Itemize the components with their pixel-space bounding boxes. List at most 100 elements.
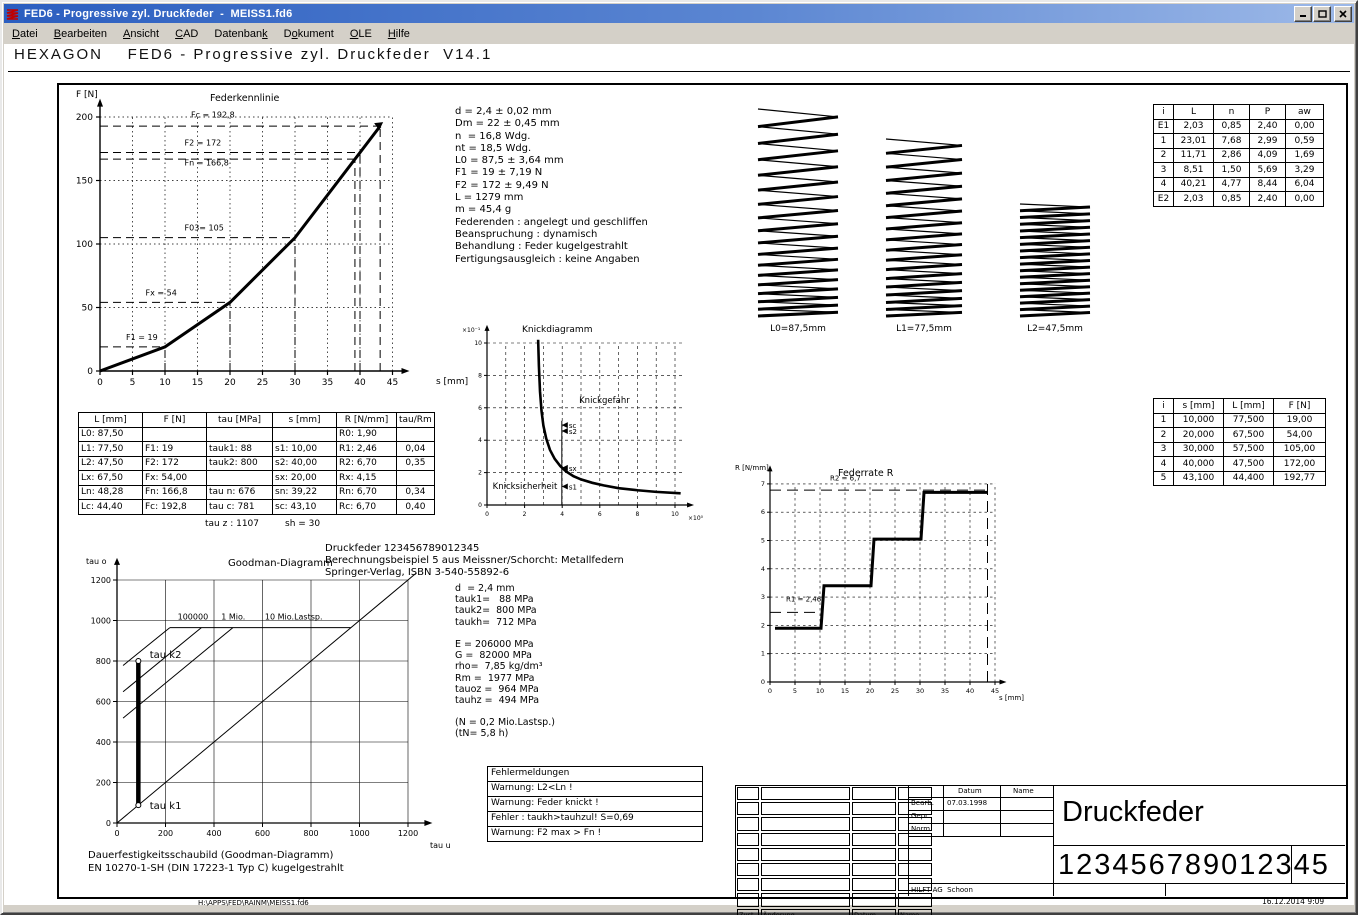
svg-text:20: 20 [224, 378, 236, 388]
text-line: taukh= 712 MPa [455, 617, 555, 628]
table-row: 330,00057,500105,00 [1154, 442, 1326, 457]
menu-item-bearbeiten[interactable]: Bearbeiten [46, 26, 115, 42]
menu-item-datenbank[interactable]: Datenbank [206, 26, 275, 42]
svg-text:1000: 1000 [349, 829, 369, 838]
svg-text:400: 400 [96, 738, 111, 747]
maximize-button[interactable] [1313, 6, 1331, 22]
menu-item-cad[interactable]: CAD [167, 26, 206, 42]
app-icon [6, 7, 20, 21]
svg-text:F03= 105: F03= 105 [185, 224, 224, 233]
svg-text:35: 35 [322, 378, 333, 388]
table-row: 543,10044,400192,77 [1154, 471, 1326, 486]
close-button[interactable] [1334, 6, 1352, 22]
text-line: Federenden : angelegt und geschliffen [455, 217, 648, 229]
text-line: L = 1279 mm [455, 192, 648, 204]
tb-line [908, 823, 1053, 824]
menu-item-hilfe[interactable]: Hilfe [380, 26, 418, 42]
svg-text:F1 = 19: F1 = 19 [126, 333, 158, 342]
svg-text:15: 15 [841, 687, 849, 695]
svg-text:800: 800 [96, 657, 111, 666]
print-datetime: 16.12.2014 9:09 [1262, 897, 1324, 906]
svg-text:10: 10 [159, 378, 171, 388]
text-line: tauoz = 964 MPa [455, 684, 555, 695]
svg-text:0: 0 [485, 511, 489, 518]
load-steps-table: is [mm]L [mm]F [N]110,00077,50019,00220,… [1153, 398, 1326, 486]
svg-text:tau o: tau o [86, 557, 107, 566]
table-row: L2: 47,50F2: 172tauk2: 800s2: 40,00R2: 6… [79, 456, 435, 471]
svg-text:45: 45 [991, 687, 999, 695]
svg-text:25: 25 [257, 378, 268, 388]
app-header: HEXAGON FED6 - Progressive zyl. Druckfed… [14, 46, 492, 63]
svg-text:5: 5 [793, 687, 797, 695]
svg-text:tau k1: tau k1 [150, 801, 182, 812]
text-line: E = 206000 MPa [455, 639, 555, 650]
tb-name-header: Name [1013, 787, 1034, 795]
tb-gepr-label: Gepr. [911, 812, 930, 820]
menu-item-ansicht[interactable]: Ansicht [115, 26, 167, 42]
text-line: Rm = 1977 MPa [455, 673, 555, 684]
titlebar[interactable]: FED6 - Progressive zyl. Druckfeder - MEI… [4, 4, 1354, 23]
material-block: d = 2,4 mmtauk1= 88 MPatauk2= 800 MPatau… [455, 583, 555, 740]
svg-text:F2 = 172: F2 = 172 [185, 139, 222, 148]
menu-item-ole[interactable]: OLE [342, 26, 380, 42]
svg-text:10 Mio.Lastsp.: 10 Mio.Lastsp. [265, 612, 323, 621]
svg-text:1 Mio.: 1 Mio. [221, 612, 245, 621]
federrate-chart: R2 = 6,7R1 = 2,4605101520253035404501234… [733, 460, 1027, 704]
svg-text:800: 800 [303, 829, 318, 838]
text-line: L0 = 87,5 ± 3,64 mm [455, 155, 648, 167]
spring-spec-block: d = 2,4 ± 0,02 mmDm = 22 ± 0,45 mmn = 16… [455, 106, 648, 266]
part-number: 123456789012345 [1058, 849, 1330, 882]
menu-item-datei[interactable]: Datei [4, 26, 46, 42]
tauz-value: tau z : 1107 [205, 519, 259, 529]
revision-table: Zust.ÄnderungDatumName [735, 785, 934, 915]
svg-text:0: 0 [106, 819, 111, 828]
tb-datum-header: Datum [958, 787, 982, 795]
tb-bearb-datum: 07.03.1998 [947, 799, 987, 807]
svg-text:25: 25 [891, 687, 899, 695]
svg-text:400: 400 [206, 829, 221, 838]
error-messages-box: FehlermeldungenWarnung: L2<Ln !Warnung: … [487, 767, 703, 842]
svg-text:Federkennlinie: Federkennlinie [210, 93, 280, 104]
svg-text:0: 0 [97, 378, 103, 388]
error-row: Warnung: L2<Ln ! [487, 781, 703, 797]
svg-text:s2: s2 [569, 428, 577, 436]
text-line: Beanspruchung : dynamisch [455, 229, 648, 241]
text-line: tauhz = 494 MPa [455, 695, 555, 706]
svg-text:Goodman-Diagramm: Goodman-Diagramm [228, 558, 333, 569]
svg-text:×10⁻¹: ×10⁻¹ [462, 327, 481, 334]
menu-item-dokument[interactable]: Dokument [276, 26, 342, 42]
svg-text:1200: 1200 [91, 576, 111, 585]
text-line: m = 45,4 g [455, 204, 648, 216]
svg-text:2: 2 [761, 621, 765, 629]
svg-text:600: 600 [96, 698, 111, 707]
svg-text:6: 6 [598, 511, 602, 518]
tb-line [908, 797, 1053, 798]
svg-text:4: 4 [478, 437, 482, 444]
text-line: n = 16,8 Wdg. [455, 131, 648, 143]
svg-text:0: 0 [114, 829, 119, 838]
text-line: Behandlung : Feder kugelgestrahlt [455, 241, 648, 253]
svg-text:600: 600 [255, 829, 270, 838]
text-line: G = 82000 MPa [455, 650, 555, 661]
menubar: DateiBearbeitenAnsichtCADDatenbankDokume… [4, 24, 1354, 43]
knickdiagramm-chart: 02468100246810×10⁻¹×10⁰KnickdiagrammKnic… [460, 322, 710, 529]
svg-text:100: 100 [76, 240, 93, 250]
svg-text:s [mm]: s [mm] [999, 694, 1024, 702]
text-line: Dauerfestigkeitsschaubild (Goodman-Diagr… [88, 850, 344, 863]
text-line: F2 = 172 ± 9,49 N [455, 180, 648, 192]
svg-text:3: 3 [761, 593, 765, 601]
svg-text:7: 7 [761, 480, 765, 488]
svg-text:150: 150 [76, 177, 93, 187]
svg-text:30: 30 [289, 378, 301, 388]
table-row: L0: 87,50R0: 1,90 [79, 427, 435, 442]
svg-text:L2=47,5mm: L2=47,5mm [1027, 324, 1083, 334]
svg-text:20: 20 [866, 687, 874, 695]
svg-text:Fn = 166,8: Fn = 166,8 [185, 158, 229, 167]
svg-text:200: 200 [76, 113, 93, 123]
text-line [455, 706, 555, 717]
result-table: L [mm]F [N]tau [MPa]s [mm]R [N/mm]tau/Rm… [78, 412, 435, 515]
svg-text:30: 30 [916, 687, 924, 695]
text-line: Fertigungsausgleich : keine Angaben [455, 254, 648, 266]
minimize-button[interactable] [1294, 6, 1312, 22]
svg-text:40: 40 [354, 378, 366, 388]
